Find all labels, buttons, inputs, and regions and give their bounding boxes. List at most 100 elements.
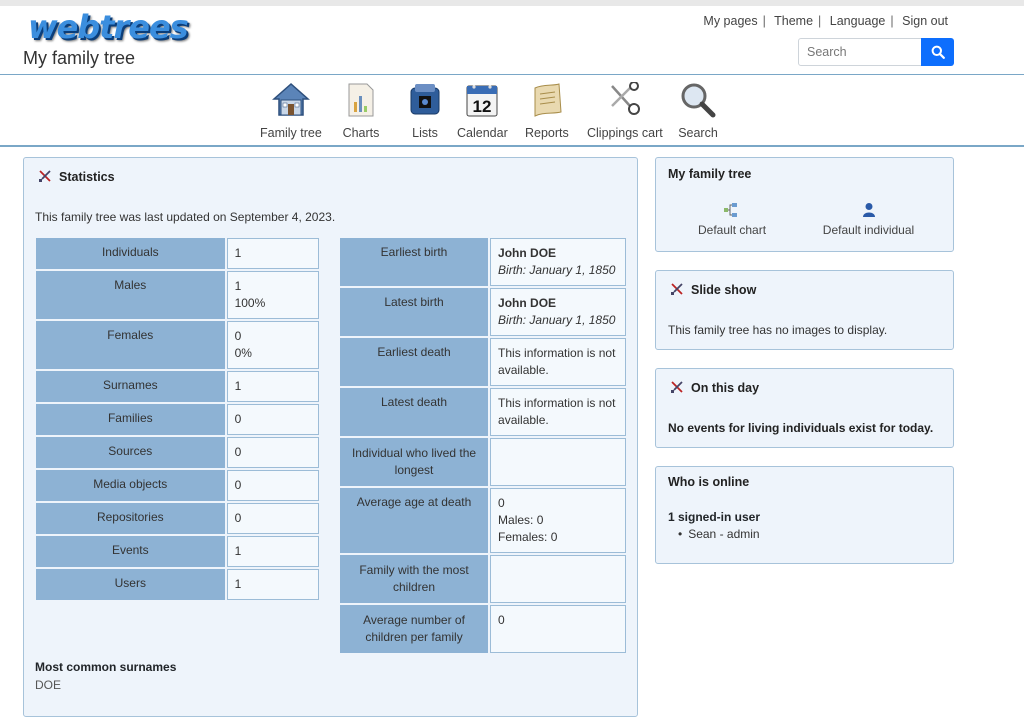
separator: |: [762, 14, 766, 28]
table-row: Earliest death This information is not av…: [340, 338, 626, 386]
statistics-title: Statistics: [39, 170, 115, 184]
stat-value: 0: [226, 470, 319, 501]
block-title: Slide show: [671, 283, 756, 297]
table-row: Family with the most children: [340, 555, 626, 603]
nav-label: Search: [678, 126, 718, 140]
table-row: Latest death This information is not avai…: [340, 388, 626, 436]
list-item[interactable]: • Sean - admin: [678, 527, 760, 541]
earliest-birth-label: Earliest birth: [340, 238, 489, 286]
table-row: Users 1: [36, 569, 319, 600]
block-title: My family tree: [668, 167, 752, 181]
nav-lists[interactable]: Lists: [405, 80, 445, 140]
nav-calendar[interactable]: 12 Calendar: [457, 80, 508, 140]
language-link[interactable]: Language: [830, 14, 886, 28]
calendar-icon: 12: [462, 80, 502, 120]
stat-value: 0: [226, 437, 319, 468]
default-chart-link[interactable]: Default chart: [698, 202, 767, 237]
nav-label: Lists: [412, 126, 438, 140]
tools-icon[interactable]: [671, 381, 683, 393]
lived-longest-label: Individual who lived the longest: [340, 438, 489, 486]
magnifier-icon: [678, 80, 718, 120]
person-link[interactable]: John DOE: [498, 245, 618, 262]
search-button[interactable]: [921, 38, 954, 66]
table-row: Sources 0: [36, 437, 319, 468]
avg-age-label: Average age at death: [340, 488, 489, 553]
nav-reports[interactable]: Reports: [525, 80, 569, 140]
separator: |: [818, 14, 822, 28]
theme-link[interactable]: Theme: [774, 14, 813, 28]
default-individual-link[interactable]: Default individual: [821, 202, 916, 237]
earliest-birth-value: John DOE Birth: January 1, 1850: [490, 238, 626, 286]
table-row: Individuals 1: [36, 238, 319, 269]
stat-label: Events: [36, 536, 225, 567]
tools-icon: [39, 170, 51, 182]
latest-death-value: This information is not available.: [490, 388, 626, 436]
site-title[interactable]: My family tree: [23, 48, 135, 69]
latest-birth-value: John DOE Birth: January 1, 1850: [490, 288, 626, 336]
nav-family-tree[interactable]: Family tree: [260, 80, 322, 140]
header-divider: [0, 74, 1024, 75]
nav-label: Charts: [342, 126, 380, 140]
nav-label: Family tree: [260, 126, 322, 140]
table-row: Average age at death 0 Males: 0 Females: 0: [340, 488, 626, 553]
scroll-icon: [527, 80, 567, 120]
slideshow-message: This family tree has no images to displa…: [668, 323, 888, 337]
table-row: Females 0 0%: [36, 321, 319, 369]
table-row: Individual who lived the longest: [340, 438, 626, 486]
stat-label: Surnames: [36, 371, 225, 402]
stat-value: 0 0%: [226, 321, 319, 369]
avg-age-value: 0 Males: 0 Females: 0: [490, 488, 626, 553]
avg-children-label: Average number of children per family: [340, 605, 489, 653]
earliest-death-label: Earliest death: [340, 338, 489, 386]
family-tree-block: My family tree Default chart Default ind…: [655, 157, 954, 252]
table-row: Average number of children per family 0: [340, 605, 626, 653]
my-pages-link[interactable]: My pages: [703, 14, 757, 28]
pedigree-chart-icon: [724, 203, 737, 217]
stat-value: 1: [226, 371, 319, 402]
slideshow-block: Slide show This family tree has no image…: [655, 270, 954, 350]
header-menu: My pages | Theme | Language | Sign out: [703, 14, 948, 28]
most-children-label: Family with the most children: [340, 555, 489, 603]
house-icon: [271, 80, 311, 120]
birth-date: Birth: January 1, 1850: [498, 313, 616, 327]
nav-clippings-cart[interactable]: Clippings cart: [587, 80, 663, 140]
nav-charts[interactable]: Charts: [341, 80, 381, 140]
statistics-panel: Statistics This family tree was last upd…: [23, 157, 638, 717]
list-icon: [405, 80, 445, 120]
on-this-day-block: On this day No events for living individ…: [655, 368, 954, 448]
signed-in-count: 1 signed-in user: [668, 510, 761, 524]
separator: |: [890, 14, 894, 28]
table-row: Males 1 100%: [36, 271, 319, 319]
latest-death-label: Latest death: [340, 388, 489, 436]
stat-label: Media objects: [36, 470, 225, 501]
default-chart-label: Default chart: [698, 223, 767, 237]
surname-link[interactable]: DOE: [35, 678, 61, 692]
birth-date: Birth: January 1, 1850: [498, 263, 616, 277]
tools-icon[interactable]: [671, 283, 683, 295]
table-row: Repositories 0: [36, 503, 319, 534]
avg-children-value: 0: [490, 605, 626, 653]
scissors-icon: [605, 80, 645, 120]
stats-left-table: Individuals 1 Males 1 100% Females 0 0% Surnames…: [34, 236, 321, 602]
person-link[interactable]: John DOE: [498, 295, 618, 312]
nav-label: Reports: [525, 126, 569, 140]
stat-value: 1: [226, 536, 319, 567]
earliest-death-value: This information is not available.: [490, 338, 626, 386]
table-row: Earliest birth John DOE Birth: January 1,…: [340, 238, 626, 286]
individual-icon: [862, 203, 875, 217]
chart-icon: [341, 80, 381, 120]
table-row: Surnames 1: [36, 371, 319, 402]
webtrees-logo[interactable]: webtrees: [28, 8, 189, 46]
search-icon: [931, 45, 945, 59]
nav-search[interactable]: Search: [678, 80, 718, 140]
most-children-value: [490, 555, 626, 603]
stat-label: Females: [36, 321, 225, 369]
stat-label: Families: [36, 404, 225, 435]
latest-birth-label: Latest birth: [340, 288, 489, 336]
table-row: Families 0: [36, 404, 319, 435]
stats-right-table: Earliest birth John DOE Birth: January 1,…: [338, 236, 628, 655]
search-input[interactable]: Search: [798, 38, 922, 66]
stat-value: 1: [226, 238, 319, 269]
sign-out-link[interactable]: Sign out: [902, 14, 948, 28]
on-this-day-message: No events for living individuals exist f…: [668, 421, 934, 435]
